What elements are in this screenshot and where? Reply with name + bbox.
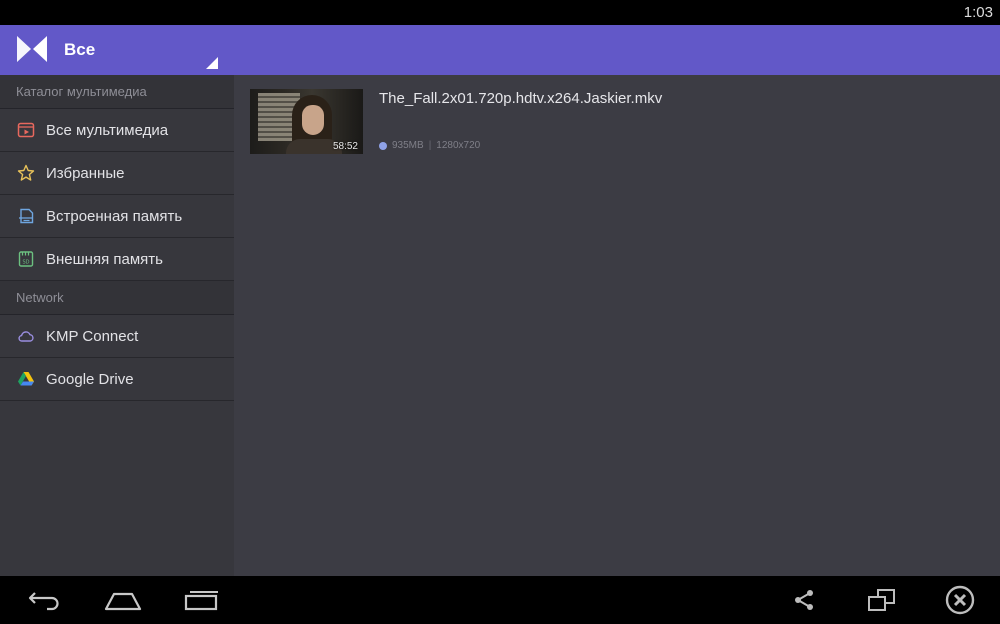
sidebar-item-google-drive[interactable]: Google Drive (0, 358, 234, 401)
google-drive-icon (17, 370, 35, 388)
section-header-media-catalog: Каталог мультимедиа (0, 75, 234, 109)
sd-card-icon: SD (17, 250, 35, 268)
sidebar-item-favorites[interactable]: Избранные (0, 152, 234, 195)
page-title[interactable]: Все (64, 40, 95, 60)
window-resize-icon[interactable] (866, 586, 898, 614)
sidebar-item-all-media[interactable]: Все мультимедиа (0, 109, 234, 152)
section-header-network: Network (0, 281, 234, 315)
video-title: The_Fall.2x01.720p.hdtv.x264.Jaskier.mkv (379, 90, 663, 107)
cloud-icon (17, 327, 35, 345)
sidebar-item-label: Избранные (46, 164, 125, 182)
recents-icon[interactable] (184, 586, 220, 614)
unwatched-indicator (379, 141, 387, 150)
media-list: 58:52 The_Fall.2x01.720p.hdtv.x264.Jaski… (234, 75, 1000, 576)
star-icon (17, 164, 35, 182)
close-circle-icon[interactable] (944, 585, 976, 615)
internal-storage-icon (17, 207, 35, 225)
system-nav-bar (0, 576, 1000, 624)
svg-text:SD: SD (22, 260, 29, 266)
sidebar-item-label: Встроенная память (46, 207, 183, 225)
video-meta: 935MB | 1280x720 (379, 140, 480, 151)
sidebar-item-label: Все мультимедиа (46, 121, 169, 139)
home-icon[interactable] (103, 586, 143, 614)
back-icon[interactable] (26, 586, 64, 614)
app-bar: Все (0, 25, 1000, 75)
share-icon[interactable] (790, 586, 818, 614)
sidebar-item-label: KMP Connect (46, 327, 139, 345)
sidebar-item-external-storage[interactable]: SD Внешняя память (0, 238, 234, 281)
video-thumbnail[interactable]: 58:52 (250, 89, 363, 154)
sidebar-item-label: Google Drive (46, 370, 134, 388)
video-size: 935MB (392, 140, 424, 151)
sidebar-item-label: Внешняя память (46, 250, 163, 268)
sidebar-item-internal-storage[interactable]: Встроенная память (0, 195, 234, 238)
sidebar-item-kmp-connect[interactable]: KMP Connect (0, 315, 234, 358)
sidebar: Каталог мультимедиа Все мультимедиа Избр… (0, 75, 234, 576)
video-duration: 58:52 (332, 141, 358, 152)
list-item[interactable]: 58:52 The_Fall.2x01.720p.hdtv.x264.Jaski… (250, 89, 990, 155)
dropdown-triangle-icon[interactable] (206, 56, 218, 69)
media-library-icon (17, 121, 35, 139)
video-resolution: 1280x720 (436, 140, 481, 151)
meta-separator: | (428, 140, 432, 151)
status-time: 1:03 (963, 4, 993, 21)
status-bar: 1:03 (0, 0, 1000, 25)
kmplayer-logo-icon[interactable] (15, 34, 49, 64)
